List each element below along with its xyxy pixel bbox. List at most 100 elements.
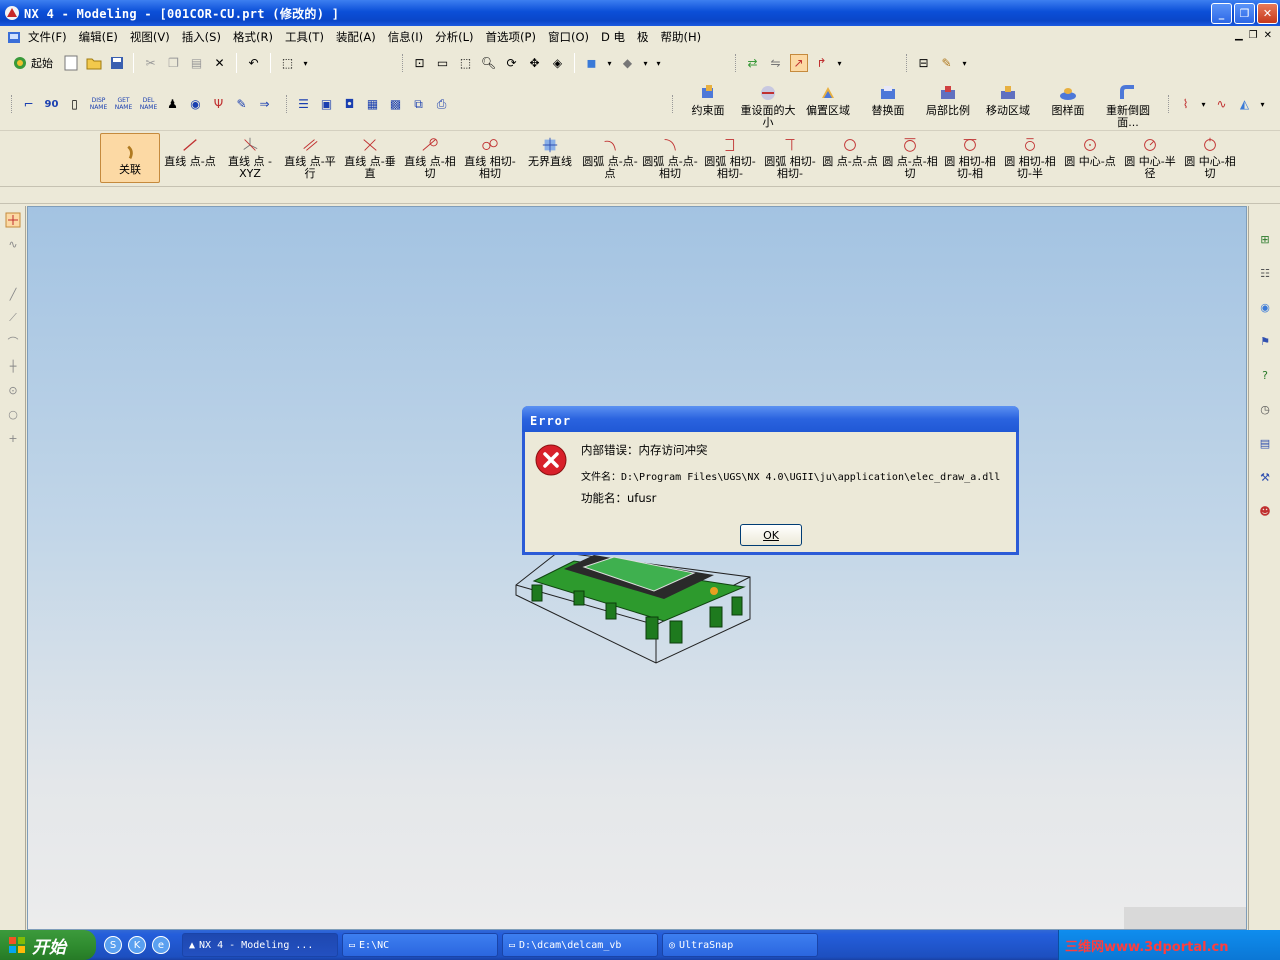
dropdown-arrow-icon[interactable]: ▾ [606,54,614,72]
resize-face-button[interactable]: 重设面的大小 [738,79,798,129]
pattern-icon[interactable]: ▩ [387,95,405,113]
history-palette-icon[interactable]: ⚑ [1254,330,1276,352]
copy-icon[interactable]: ❐ [165,54,183,72]
tool-icon[interactable]: Ψ [210,95,228,113]
mdi-minimize-icon[interactable]: ▁ [1235,30,1243,41]
task-nx-modeling[interactable]: ▲ NX 4 - Modeling ... [182,933,338,957]
surface-icon[interactable]: ◭ [1236,95,1254,113]
menu-insert[interactable]: 插入(S) [176,29,227,45]
snap-cross-icon[interactable]: + [3,428,23,448]
pan-icon[interactable]: ✥ [526,54,544,72]
book-icon[interactable]: ▯ [66,95,84,113]
pattern-face-button[interactable]: 图样面 [1038,79,1098,129]
dropdown-arrow-icon[interactable]: ▾ [655,54,663,72]
circle-tangent-tangent-b-button[interactable]: 圆 相切-相切-半 [1000,132,1060,184]
mdi-restore-icon[interactable]: ❐ [1249,30,1258,41]
move-region-button[interactable]: 移动区域 [978,79,1038,129]
task-ultrasnap[interactable]: ◎ UltraSnap [662,933,818,957]
print-icon[interactable]: ⎙ [433,95,451,113]
snap-icon[interactable]: ⇄ [744,54,762,72]
task-e-nc[interactable]: ▭ E:\NC [342,933,498,957]
line-tangent-tangent-button[interactable]: 直线 相切-相切 [460,132,520,184]
document-list-icon[interactable]: ▤ [1254,432,1276,454]
arrow-right-icon[interactable]: ⇒ [256,95,274,113]
paste-icon[interactable]: ▤ [188,54,206,72]
menu-edit[interactable]: 编辑(E) [73,29,124,45]
circle-point-point-tangent-button[interactable]: 圆 点-点-相切 [880,132,940,184]
menu-help[interactable]: 帮助(H) [655,29,708,45]
ruler-icon[interactable]: ✎ [938,54,956,72]
disp-name-icon[interactable]: DISP NAME [89,95,109,113]
menu-preferences[interactable]: 首选项(P) [480,29,542,45]
snap-center-icon[interactable]: ⊙ [3,380,23,400]
get-name-icon[interactable]: GET NAME [114,95,134,113]
arc-tangent-tangent-b-button[interactable]: 圆弧 相切-相切- [760,132,820,184]
replace-face-button[interactable]: 替换面 [858,79,918,129]
stack-icon[interactable]: ▣ [318,95,336,113]
measure-icon[interactable]: ⊟ [915,54,933,72]
constrain-face-button[interactable]: 约束面 [678,79,738,129]
perspective-icon[interactable]: ◈ [549,54,567,72]
web-browser-icon[interactable]: ◉ [1254,296,1276,318]
clock-icon[interactable]: ◷ [1254,398,1276,420]
cut-icon[interactable]: ✂ [142,54,160,72]
spline-icon[interactable]: ∿ [1213,95,1231,113]
snap-intersection-icon[interactable]: ┼ [3,356,23,376]
offset-region-button[interactable]: 偏置区域 [798,79,858,129]
snap-line-icon[interactable]: ╱ [3,284,23,304]
save-icon[interactable] [108,54,126,72]
zoom-icon[interactable]: ⬚ [457,54,475,72]
circle-center-point-button[interactable]: 圆 中心-点 [1060,132,1120,184]
start-button[interactable]: 开始 [0,930,96,960]
menu-information[interactable]: 信息(I) [382,29,429,45]
line-point-perpendicular-button[interactable]: 直线 点-垂直 [340,132,400,184]
arc-tangent-tangent-a-button[interactable]: 圆弧 相切-相切- [700,132,760,184]
quicklaunch-k-icon[interactable]: K [128,936,146,954]
restore-button[interactable]: ❐ [1234,3,1255,24]
dropdown-arrow-icon[interactable]: ▾ [642,54,650,72]
rotate-icon[interactable]: ⟳ [503,54,521,72]
snap-endpoint-icon[interactable]: ⟋ [3,308,23,328]
infinite-line-button[interactable]: 无界直线 [520,132,580,184]
dropdown-arrow-icon[interactable]: ▾ [1200,95,1208,113]
copy-objects-icon[interactable]: ⧉ [410,95,428,113]
associative-button[interactable]: 关联 [100,132,160,183]
local-scale-button[interactable]: 局部比例 [918,79,978,129]
circle-point-point-point-button[interactable]: 圆 点-点-点 [820,132,880,184]
point-snap-icon[interactable]: ↱ [813,54,831,72]
menu-tools[interactable]: 工具(T) [279,29,330,45]
snap-active-icon[interactable]: ↗ [789,54,808,72]
fit-view-icon[interactable]: ⊡ [411,54,429,72]
undo-icon[interactable]: ↶ [245,54,263,72]
angle-90-icon[interactable]: 90 [43,95,61,113]
quicklaunch-s-icon[interactable]: S [104,936,122,954]
cube-icon[interactable]: ◘ [341,95,359,113]
quicklaunch-browser-icon[interactable]: e [152,936,170,954]
ok-button[interactable]: OK [740,524,802,546]
layer-icon[interactable]: ☰ [295,95,313,113]
assembly-navigator-icon[interactable]: ⊞ [1254,228,1276,250]
selection-filter-icon[interactable]: ⬚ [279,54,297,72]
menu-analysis[interactable]: 分析(L) [429,29,479,45]
view-orientation-icon[interactable]: ◆ [619,54,637,72]
menu-view[interactable]: 视图(V) [124,29,176,45]
task-delcam-vb[interactable]: ▭ D:\dcam\delcam_vb [502,933,658,957]
zoom-window-icon[interactable]: ▭ [434,54,452,72]
snap-curve-icon[interactable]: ∿ [3,234,23,254]
tools-icon[interactable]: ⚒ [1254,466,1276,488]
line-point-parallel-button[interactable]: 直线 点-平行 [280,132,340,184]
figure-icon[interactable]: ♟ [164,95,182,113]
dropdown-arrow-icon[interactable]: ▾ [836,54,844,72]
curve-icon[interactable]: ⌇ [1177,95,1195,113]
edit-icon[interactable]: ✎ [233,95,251,113]
render-style-icon[interactable]: ◼ [583,54,601,72]
snap-arc-icon[interactable]: ⌒ [3,332,23,352]
line-point-xyz-button[interactable]: 直线 点 -XYZ [220,132,280,184]
mdi-close-icon[interactable]: ✕ [1264,30,1272,41]
part-navigator-icon[interactable]: ☷ [1254,262,1276,284]
circle-center-tangent-button[interactable]: 圆 中心-相切 [1180,132,1240,184]
magnify-icon[interactable]: 🔍︎ [480,54,498,72]
dropdown-arrow-icon[interactable]: ▾ [1259,95,1267,113]
snap-circle-icon[interactable]: ○ [3,404,23,424]
snap-point-icon[interactable] [3,210,23,230]
